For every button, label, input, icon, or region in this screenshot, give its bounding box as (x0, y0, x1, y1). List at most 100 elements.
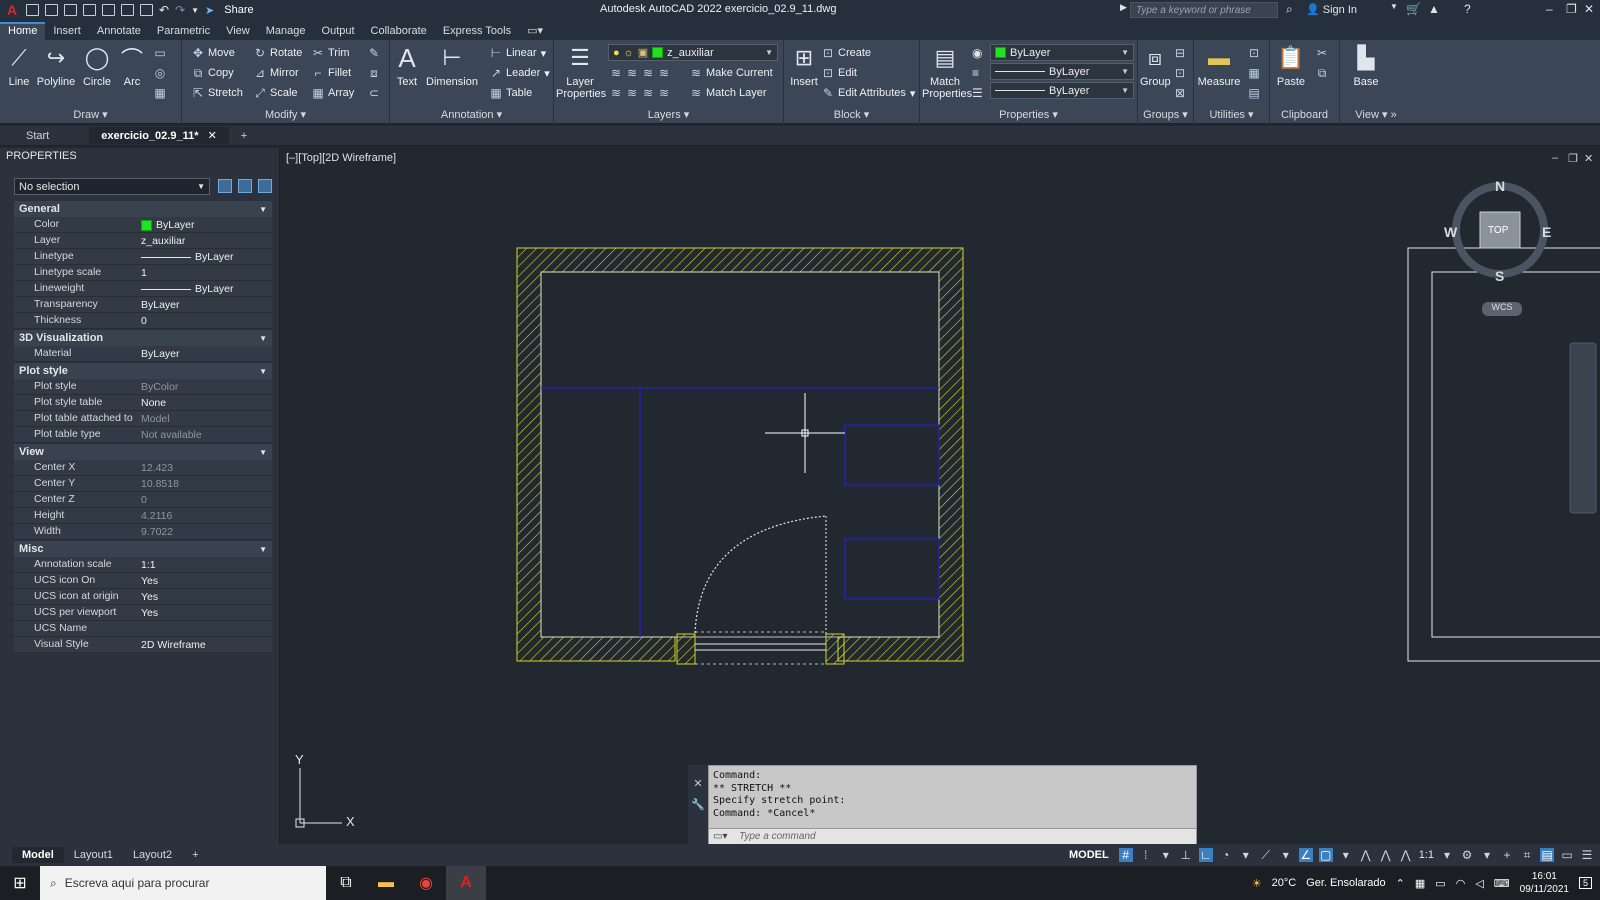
property-row[interactable]: Center Z0 (14, 492, 272, 508)
workspace-gear-icon[interactable]: ⚙ (1460, 848, 1474, 862)
erase-button[interactable]: ✎ (368, 44, 380, 62)
trim-button[interactable]: ✂ Trim (312, 44, 350, 62)
scale-button[interactable]: ⤢ Scale (254, 84, 297, 102)
snap-icon[interactable]: ⁞ (1139, 848, 1153, 862)
property-category[interactable]: 3D Visualization ▼ (14, 330, 272, 346)
groups-panel-title[interactable]: Groups ▾ (1138, 108, 1193, 121)
circle-button[interactable]: ◯ Circle (80, 44, 114, 88)
property-row[interactable]: Plot style ByColor (14, 379, 272, 395)
text-button[interactable]: A Text (392, 43, 422, 89)
table-button[interactable]: ▦ Table (490, 84, 532, 102)
fillet-button[interactable]: ⌐ Fillet (312, 64, 351, 82)
tab-insert[interactable]: Insert (45, 22, 89, 40)
battery-icon[interactable]: ▭ (1435, 877, 1445, 890)
property-value[interactable]: 1:1 (138, 557, 272, 572)
object-snap-icon[interactable]: ▢ (1318, 848, 1333, 862)
hatch-button[interactable]: ◎ (154, 64, 166, 82)
property-row[interactable]: Thickness 0 (14, 313, 272, 329)
chevron-down-icon[interactable]: ▾ (1279, 848, 1293, 862)
chevron-up-icon[interactable]: ⌃ (1396, 877, 1405, 890)
ungroup-button[interactable]: ⊟ (1174, 44, 1186, 62)
mirror-button[interactable]: ⊿ Mirror (254, 64, 299, 82)
tab-active-drawing[interactable]: exercicio_02.9_11* ✕ (89, 127, 229, 144)
create-block-button[interactable]: ⊡ Create (822, 44, 871, 62)
layers-panel-title[interactable]: Layers ▾ (554, 108, 783, 121)
property-row[interactable]: Material ByLayer (14, 346, 272, 362)
weather-temp[interactable]: 20°C (1272, 877, 1297, 889)
undo-icon[interactable]: ↶ (159, 3, 169, 17)
edit-block-button[interactable]: ⊡ Edit (822, 64, 857, 82)
chevron-down-icon[interactable]: ▾ (1480, 848, 1494, 862)
share-button[interactable]: Share (224, 4, 253, 16)
properties-panel-title[interactable]: Properties ▾ (920, 108, 1137, 121)
task-view-icon[interactable]: ⧉ (326, 866, 366, 900)
polar-icon[interactable]: ◔ (1219, 848, 1233, 862)
taskbar-search-input[interactable]: ⌕ Escreva aqui para procurar (40, 866, 326, 900)
property-value[interactable]: 1 (138, 265, 272, 280)
base-button[interactable]: ▙ Base (1348, 44, 1384, 88)
property-value[interactable]: 0 (138, 313, 272, 328)
drawing-canvas[interactable]: X Y (280, 148, 1600, 844)
open-web-icon[interactable] (102, 4, 115, 16)
property-row[interactable]: UCS icon at origin Yes (14, 589, 272, 605)
infer-constraints-icon[interactable]: ⊥ (1179, 848, 1193, 862)
property-row[interactable]: Height 4.2116 (14, 508, 272, 524)
property-row[interactable]: Layer z_auxiliar (14, 233, 272, 249)
property-row[interactable]: Visual Style 2D Wireframe (14, 637, 272, 653)
modify-panel-title[interactable]: Modify ▾ (182, 108, 389, 121)
edit-attributes-button[interactable]: ✎ Edit Attributes ▾ (822, 84, 915, 102)
tab-model[interactable]: Model (12, 847, 64, 863)
measure-button[interactable]: ▬ Measure (1196, 44, 1242, 88)
chevron-down-icon[interactable]: ▾ (1339, 848, 1353, 862)
new-file-icon[interactable] (26, 4, 39, 16)
annotation-monitor-icon[interactable]: + (1500, 848, 1514, 862)
quick-select-button[interactable]: ⊡ (1248, 44, 1260, 62)
compass-south[interactable]: S (1495, 268, 1504, 284)
view-panel-title[interactable]: View ▾ » (1340, 108, 1412, 121)
object-snap-tracking-icon[interactable]: ∠ (1298, 848, 1313, 862)
line-button[interactable]: ⟋ Line (4, 44, 34, 88)
insert-button[interactable]: ⊞ Insert (786, 44, 822, 88)
grid-icon[interactable]: # (1118, 848, 1133, 862)
property-row[interactable]: Plot table attached to Model (14, 411, 272, 427)
annotation-scale-icon[interactable]: ⋀ (1399, 848, 1413, 862)
cut-button[interactable]: ✂ (1316, 44, 1328, 62)
annotation-panel-title[interactable]: Annotation ▾ (390, 108, 553, 121)
chevron-down-icon[interactable]: ▾ (1239, 848, 1253, 862)
explode-button[interactable]: ⧈ (368, 64, 380, 82)
layer-dropdown[interactable]: ● ☼ ▣ z_auxiliar ▼ (608, 44, 778, 61)
chevron-down-icon[interactable]: ▾ (1159, 848, 1173, 862)
model-space-button[interactable]: MODEL (1065, 848, 1113, 862)
tab-layout2[interactable]: Layout2 (123, 847, 182, 863)
property-row[interactable]: Linetype scale 1 (14, 265, 272, 281)
layer-tools-row1[interactable]: ≋ ≋ ≋ ≋ (610, 64, 670, 82)
autocad-logo-icon[interactable]: A (4, 2, 20, 18)
property-value[interactable]: ByLayer (138, 346, 272, 361)
chevron-right-icon[interactable]: ▶ (1120, 2, 1127, 13)
arc-button[interactable]: ⌒ Arc (118, 44, 146, 88)
move-button[interactable]: ✥ Move (192, 44, 235, 62)
array-button[interactable]: ▦ Array (312, 84, 354, 102)
close-icon[interactable]: ✕ (1584, 2, 1594, 16)
match-properties-button[interactable]: ▤ Match Properties (922, 44, 972, 101)
polyline-button[interactable]: ↪ Polyline (36, 44, 76, 88)
make-current-button[interactable]: ≋ Make Current (690, 64, 773, 82)
ribbon-options-icon[interactable]: ▭▾ (519, 21, 551, 40)
annotation-scale-value[interactable]: 1:1 (1419, 849, 1434, 861)
weather-description[interactable]: Ger. Ensolarado (1306, 877, 1386, 889)
chevron-down-icon[interactable]: ▼ (1390, 2, 1398, 11)
search-icon[interactable]: ⌕ (1286, 2, 1293, 17)
network-icon[interactable]: ▦ (1415, 877, 1425, 890)
command-input[interactable]: Type a command (709, 828, 1196, 844)
property-row[interactable]: Width 9.7022 (14, 524, 272, 540)
open-file-icon[interactable] (45, 4, 58, 16)
autodesk-a360-icon[interactable]: ▲ (1428, 2, 1440, 16)
chevron-down-icon[interactable]: ▾ (1440, 848, 1454, 862)
copy-clip-button[interactable]: ⧉ (1316, 64, 1328, 82)
keyboard-icon[interactable]: ⌨ (1494, 877, 1510, 890)
property-value[interactable]: Yes (138, 573, 272, 588)
property-row[interactable]: UCS icon On Yes (14, 573, 272, 589)
compass-east[interactable]: E (1542, 224, 1551, 240)
new-tab-icon[interactable]: + (229, 128, 259, 144)
dimension-button[interactable]: ⊢ Dimension (424, 44, 480, 88)
